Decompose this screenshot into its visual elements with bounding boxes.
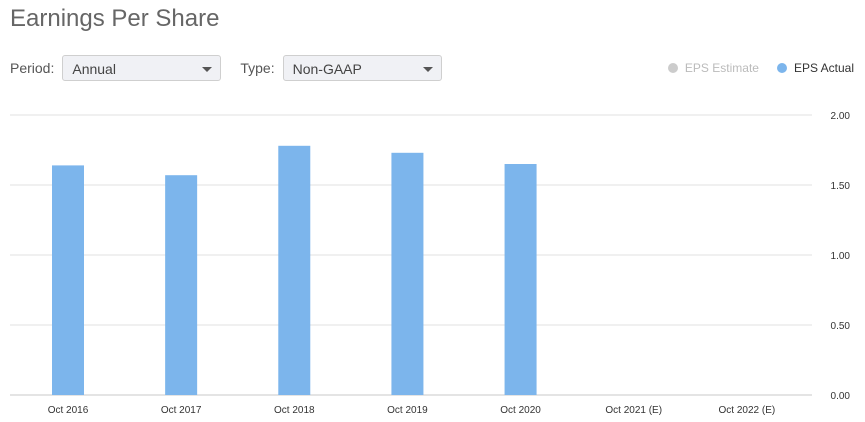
x-tick-label: Oct 2016 xyxy=(48,405,89,416)
x-tick-label: Oct 2019 xyxy=(387,405,428,416)
eps-actual-bar[interactable] xyxy=(504,164,537,395)
eps-actual-bar[interactable] xyxy=(278,145,311,395)
x-tick-label: Oct 2017 xyxy=(161,405,202,416)
x-tick-label: Oct 2020 xyxy=(500,405,541,416)
y-tick-label: 0.50 xyxy=(831,321,851,332)
eps-actual-bar[interactable] xyxy=(52,165,84,395)
eps-actual-bar[interactable] xyxy=(391,152,424,395)
y-tick-label: 0.00 xyxy=(831,391,851,402)
eps-bar-chart: 0.00 0.50 1.00 1.50 2.00 Oct 2016 Oct 2017 Oct … xyxy=(10,111,851,416)
eps-actual-bar[interactable] xyxy=(165,175,198,395)
y-tick-label: 2.00 xyxy=(831,111,851,122)
x-tick-label: Oct 2021 (E) xyxy=(605,405,662,416)
x-tick-label: Oct 2018 xyxy=(274,405,315,416)
x-tick-label: Oct 2022 (E) xyxy=(719,405,776,416)
y-tick-label: 1.00 xyxy=(831,251,851,262)
y-tick-label: 1.50 xyxy=(831,181,851,192)
